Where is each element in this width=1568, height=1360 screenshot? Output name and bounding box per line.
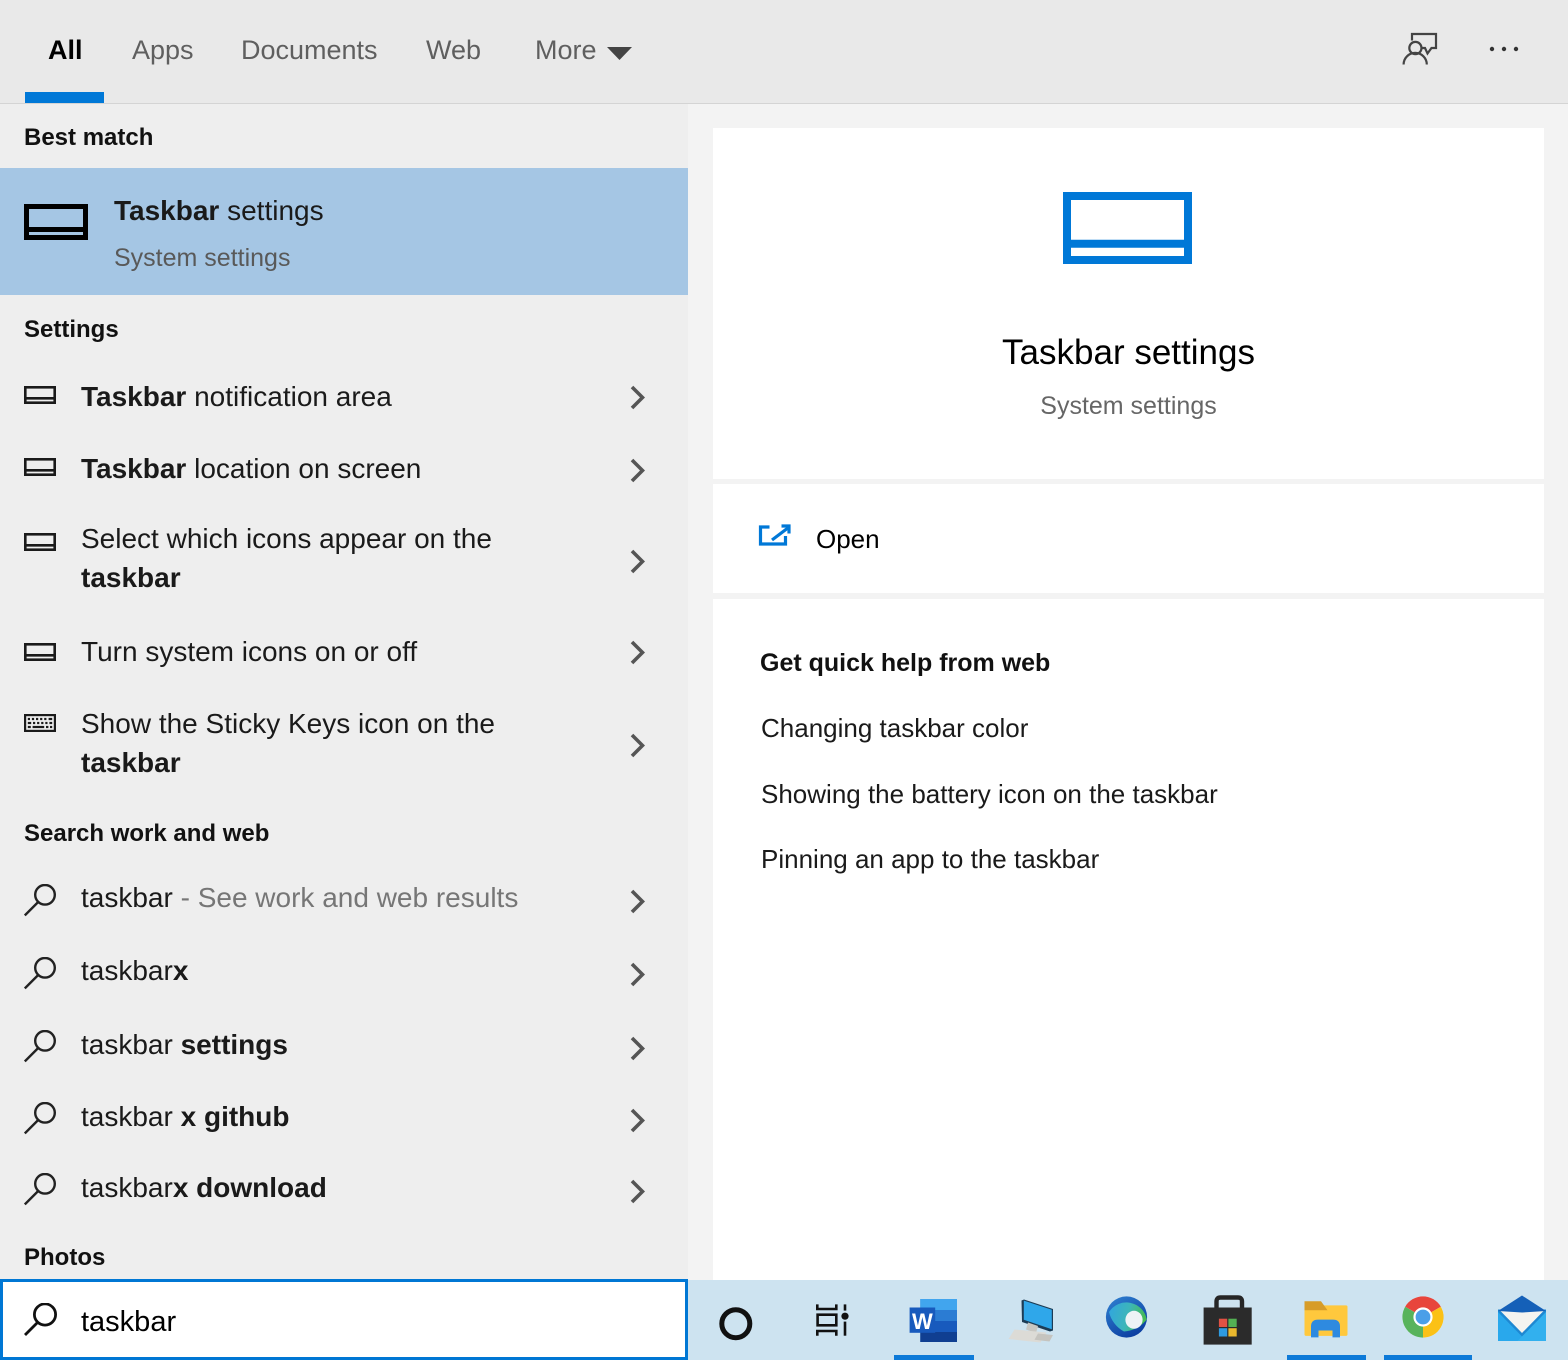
svg-text:W: W <box>912 1309 933 1334</box>
